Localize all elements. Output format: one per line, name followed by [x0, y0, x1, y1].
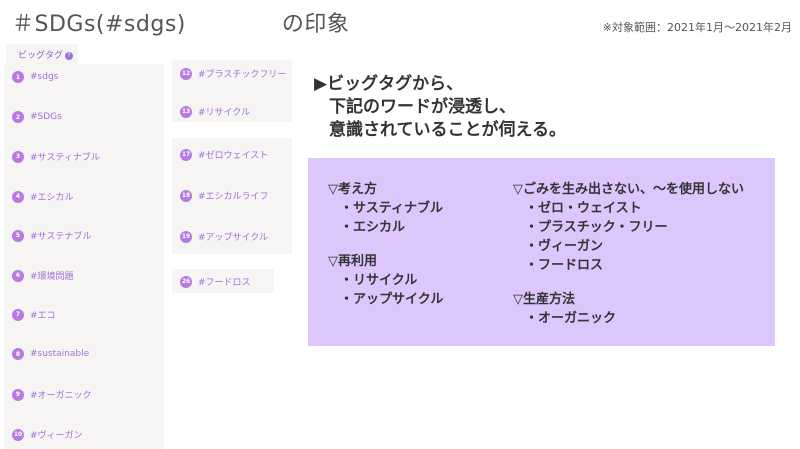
- summary-column-left: ▽考え方 ・サスティナブル ・エシカル ▽再利用 ・リサイクル ・アップサイクル: [328, 180, 443, 324]
- tag-label: #ゼロウェイスト: [198, 151, 269, 161]
- section-item: ・エシカル: [340, 220, 406, 235]
- tag-label: #オーガニック: [30, 391, 92, 401]
- headline: ▶ビッグタグから、 下記のワードが浸透し、 意識されていることが伺える。: [314, 73, 566, 142]
- list-item[interactable]: 6 #環境問題: [12, 269, 74, 282]
- rank-badge: 18: [180, 189, 192, 202]
- section-item: ・プラスチック・フリー: [525, 220, 668, 235]
- list-item[interactable]: 3 #サスティナブル: [12, 150, 100, 163]
- help-icon[interactable]: ?: [65, 52, 74, 60]
- tab-big-tag-label: ビッグタグ: [18, 51, 64, 61]
- list-item[interactable]: 4 #エシカル: [12, 190, 74, 203]
- rank-badge: 10: [12, 428, 24, 441]
- list-item[interactable]: 10 #ヴィーガン: [12, 428, 83, 441]
- date-range-note: ※対象範囲：2021年1月～2021年2月: [602, 21, 792, 34]
- tag-label: #sustainable: [30, 349, 90, 359]
- rank-badge: 13: [180, 105, 192, 118]
- rank-badge: 6: [12, 269, 24, 282]
- rank-badge: 1: [12, 71, 24, 83]
- tag-label: #アップサイクル: [198, 233, 269, 243]
- section-item: ・ヴィーガン: [525, 239, 604, 254]
- rank-badge: 8: [12, 348, 24, 360]
- summary-section: ▽考え方 ・サスティナブル ・エシカル: [328, 180, 443, 237]
- section-item: ・オーガニック: [525, 311, 617, 326]
- rank-badge: 2: [12, 111, 24, 123]
- list-item[interactable]: 13 #リサイクル: [180, 105, 250, 118]
- rank-badge: 9: [12, 388, 24, 401]
- section-heading: ▽考え方: [328, 182, 377, 197]
- tag-label: #ヴィーガン: [30, 431, 83, 441]
- summary-column-right: ▽ごみを生み出さない、～を使用しない ・ゼロ・ウェイスト ・プラスチック・フリー…: [513, 180, 744, 343]
- tag-label: #sdgs: [30, 72, 59, 82]
- tab-big-tag[interactable]: ビッグタグ?: [6, 44, 78, 64]
- list-item[interactable]: 26 #フードロス: [180, 275, 251, 288]
- headline-line: 下記のワードが浸透し、: [329, 97, 516, 117]
- summary-section: ▽ごみを生み出さない、～を使用しない ・ゼロ・ウェイスト ・プラスチック・フリー…: [513, 180, 744, 275]
- list-item[interactable]: 17 #ゼロウェイスト: [180, 148, 268, 161]
- list-item[interactable]: 12 #プラスチックフリー: [180, 67, 286, 80]
- list-item[interactable]: 8 #sustainable: [12, 348, 89, 360]
- page-title: ＃SDGs(#sdgs) の印象: [12, 6, 349, 38]
- rank-badge: 5: [12, 229, 24, 242]
- section-item: ・フードロス: [525, 258, 604, 273]
- tag-label: #エコ: [30, 311, 56, 321]
- rank-badge: 7: [12, 308, 24, 321]
- list-item[interactable]: 19 #アップサイクル: [180, 230, 268, 243]
- tag-label: #サステナブル: [30, 232, 92, 242]
- tag-label: #環境問題: [30, 272, 74, 282]
- rank-badge: 26: [180, 275, 192, 288]
- tag-label: #プラスチックフリー: [198, 70, 287, 80]
- list-item[interactable]: 1 #sdgs: [12, 71, 58, 83]
- summary-section: ▽生産方法 ・オーガニック: [513, 290, 744, 328]
- rank-badge: 12: [180, 67, 192, 80]
- headline-line: 意識されていることが伺える。: [329, 120, 566, 140]
- tag-label: #リサイクル: [198, 108, 251, 118]
- section-item: ・ゼロ・ウェイスト: [525, 201, 642, 216]
- rank-badge: 17: [180, 148, 192, 161]
- section-heading: ▽再利用: [328, 254, 377, 269]
- rank-badge: 19: [180, 230, 192, 243]
- page-title-tag: ＃SDGs(#sdgs): [12, 12, 186, 37]
- rank-badge: 4: [12, 190, 24, 203]
- page-title-suffix: の印象: [281, 12, 350, 37]
- section-item: ・アップサイクル: [340, 292, 444, 307]
- tag-label: #エシカルライフ: [198, 192, 269, 202]
- list-item[interactable]: 5 #サステナブル: [12, 229, 91, 242]
- tag-label: #エシカル: [30, 193, 74, 203]
- tag-label: #サスティナブル: [30, 153, 100, 163]
- summary-section: ▽再利用 ・リサイクル ・アップサイクル: [328, 252, 443, 309]
- section-heading: ▽ごみを生み出さない、～を使用しない: [513, 182, 744, 197]
- list-item[interactable]: 2 #SDGs: [12, 111, 62, 123]
- summary-box: ▽考え方 ・サスティナブル ・エシカル ▽再利用 ・リサイクル ・アップサイクル…: [308, 158, 775, 346]
- section-item: ・サスティナブル: [340, 201, 443, 216]
- list-item[interactable]: 9 #オーガニック: [12, 388, 92, 401]
- section-heading: ▽生産方法: [513, 292, 575, 307]
- section-item: ・リサイクル: [340, 273, 418, 288]
- list-item[interactable]: 7 #エコ: [12, 308, 56, 321]
- headline-line: ▶ビッグタグから、: [314, 74, 464, 94]
- tag-label: #フードロス: [198, 278, 251, 288]
- list-item[interactable]: 18 #エシカルライフ: [180, 189, 269, 202]
- rank-badge: 3: [12, 150, 24, 163]
- tag-label: #SDGs: [30, 112, 62, 122]
